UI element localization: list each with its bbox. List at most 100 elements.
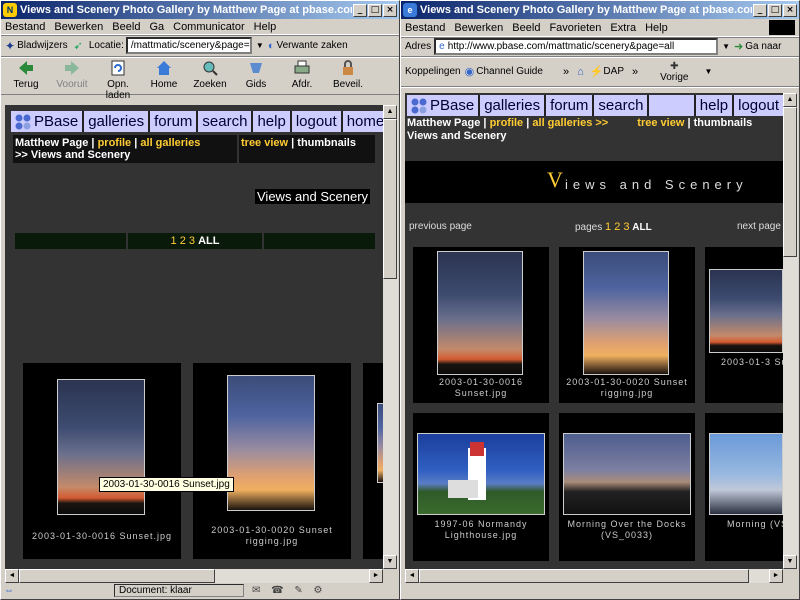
go-button[interactable]: Ga naar bbox=[745, 41, 781, 52]
security-button[interactable]: Beveil. bbox=[325, 59, 371, 94]
pbase-logo[interactable]: PBase bbox=[11, 111, 83, 132]
home-button[interactable]: Home bbox=[141, 59, 187, 94]
tree-view-link[interactable]: tree view bbox=[241, 137, 288, 149]
nav-help[interactable]: help bbox=[253, 111, 290, 132]
nav-forum[interactable]: forum bbox=[546, 95, 593, 116]
scroll-down-button[interactable]: ▼ bbox=[783, 555, 797, 569]
thumbnail-card[interactable]: 2003-01-30-0020 Sunset rigging.jpg bbox=[193, 363, 351, 559]
nav-logout[interactable]: logout bbox=[291, 111, 341, 132]
thumbnail-caption[interactable]: 2003-01-3 Sunse bbox=[707, 357, 783, 368]
related-button[interactable]: Verwante zaken bbox=[276, 40, 347, 51]
chevron-icon[interactable]: » bbox=[632, 66, 638, 78]
back-dropdown-icon[interactable]: ▼ bbox=[704, 67, 712, 76]
menu-extra[interactable]: Extra bbox=[610, 22, 636, 34]
crumb-author[interactable]: Matthew Page bbox=[15, 137, 88, 149]
scroll-right-button[interactable]: ► bbox=[769, 569, 783, 583]
maximize-button[interactable]: □ bbox=[368, 3, 382, 17]
thumbnail-image[interactable] bbox=[227, 375, 315, 511]
nav-forum[interactable]: forum bbox=[150, 111, 197, 132]
next-page-link[interactable]: next page bbox=[737, 221, 781, 232]
thumbnail-card[interactable]: 2003-01-30-0016 Sunset.jpg bbox=[413, 247, 549, 403]
page-all[interactable]: ALL bbox=[198, 235, 219, 247]
thumbnail-card[interactable]: 2003-01-3 Sunse bbox=[705, 247, 783, 403]
right-horizontal-scrollbar[interactable]: ◄ ► bbox=[405, 569, 783, 583]
scroll-thumb[interactable] bbox=[783, 107, 797, 257]
nav-home[interactable]: home bbox=[342, 111, 383, 132]
thumbnail-card[interactable] bbox=[363, 363, 383, 559]
menu-help[interactable]: Help bbox=[645, 22, 668, 34]
nav-galleries[interactable]: galleries bbox=[480, 95, 545, 116]
thumbnail-image[interactable] bbox=[709, 433, 783, 515]
dap-button[interactable]: DAP bbox=[603, 66, 624, 77]
back-button[interactable]: Terug bbox=[3, 59, 49, 94]
thumbnail-card[interactable]: Morning Over the Docks (VS_0033) bbox=[559, 413, 695, 561]
menu-bestand[interactable]: Bestand bbox=[5, 21, 45, 33]
search-button[interactable]: Zoeken bbox=[187, 59, 233, 94]
minimize-button[interactable]: _ bbox=[753, 3, 767, 17]
menu-bewerken[interactable]: Bewerken bbox=[454, 22, 503, 34]
home-icon[interactable]: ⌂ bbox=[577, 66, 584, 78]
thumbnails-link[interactable]: thumbnails bbox=[694, 117, 753, 129]
nav-search[interactable]: search bbox=[594, 95, 648, 116]
guide-button[interactable]: Gids bbox=[233, 59, 279, 94]
address-input[interactable]: e http://www.pbase.com/mattmatic/scenery&… bbox=[434, 38, 719, 55]
left-vertical-scrollbar[interactable]: ▲ ▼ bbox=[383, 105, 398, 569]
page-numbers[interactable]: 1 2 3 bbox=[171, 235, 195, 247]
thumbnails-link[interactable]: thumbnails bbox=[297, 137, 356, 149]
close-button[interactable]: × bbox=[783, 3, 797, 17]
pbase-logo[interactable]: PBase bbox=[407, 95, 479, 116]
thumbnail-card[interactable]: 2003-01-30-0020 Sunset rigging.jpg bbox=[559, 247, 695, 403]
maximize-button[interactable]: □ bbox=[768, 3, 782, 17]
thumbnail-image[interactable] bbox=[583, 251, 669, 375]
bookmarks-button[interactable]: Bladwijzers bbox=[17, 40, 68, 51]
crumb-profile[interactable]: profile bbox=[98, 137, 132, 149]
menu-bestand[interactable]: Bestand bbox=[405, 22, 445, 34]
hscroll-thumb[interactable] bbox=[419, 569, 749, 583]
scroll-thumb[interactable] bbox=[383, 119, 397, 279]
thumbnail-card[interactable]: 2003-01-30-0016 Sunset.jpg bbox=[23, 363, 181, 559]
thumbnail-image[interactable] bbox=[437, 251, 523, 375]
minimize-button[interactable]: _ bbox=[353, 3, 367, 17]
dropdown-arrow-icon[interactable]: ▼ bbox=[256, 41, 264, 50]
crumb-author[interactable]: Matthew Page bbox=[407, 117, 480, 129]
menu-beeld[interactable]: Beeld bbox=[112, 21, 140, 33]
previous-page-link[interactable]: previous page bbox=[409, 221, 472, 232]
thumbnail-caption[interactable]: 2003-01-30-0020 Sunset rigging.jpg bbox=[561, 377, 693, 399]
forward-button[interactable]: Vooruit bbox=[49, 59, 95, 94]
menu-favorieten[interactable]: Favorieten bbox=[549, 22, 601, 34]
crumb-all-galleries[interactable]: all galleries bbox=[140, 137, 200, 149]
menu-beeld[interactable]: Beeld bbox=[512, 22, 540, 34]
nav-logout[interactable]: logout bbox=[734, 95, 783, 116]
scroll-down-button[interactable]: ▼ bbox=[383, 555, 397, 569]
channel-guide-link[interactable]: Channel Guide bbox=[476, 66, 543, 77]
menu-bewerken[interactable]: Bewerken bbox=[54, 21, 103, 33]
right-vertical-scrollbar[interactable]: ▲ ▼ bbox=[783, 93, 798, 569]
thumbnail-image[interactable] bbox=[417, 433, 545, 515]
thumbnail-caption[interactable]: 1997-06 Normandy Lighthouse.jpg bbox=[415, 519, 547, 541]
chevron-icon[interactable]: » bbox=[563, 66, 569, 78]
scroll-up-button[interactable]: ▲ bbox=[383, 105, 397, 119]
thumbnail-image[interactable] bbox=[563, 433, 691, 515]
nav-search[interactable]: search bbox=[198, 111, 252, 132]
thumbnail-caption[interactable]: 2003-01-30-0016 Sunset.jpg bbox=[415, 377, 547, 399]
links-label[interactable]: Koppelingen bbox=[405, 66, 461, 77]
close-button[interactable]: × bbox=[383, 3, 397, 17]
location-input[interactable]: /mattmatic/scenery&page=all bbox=[125, 37, 252, 54]
crumb-profile[interactable]: profile bbox=[490, 117, 524, 129]
thumbnail-image[interactable] bbox=[57, 379, 145, 515]
scroll-left-button[interactable]: ◄ bbox=[405, 569, 419, 583]
crumb-all-galleries[interactable]: all galleries >> bbox=[532, 117, 608, 129]
page-numbers[interactable]: 1 2 3 bbox=[605, 221, 629, 233]
print-button[interactable]: Afdr. bbox=[279, 59, 325, 94]
thumbnail-caption[interactable]: 2003-01-30-0016 Sunset.jpg bbox=[27, 531, 177, 542]
scroll-up-button[interactable]: ▲ bbox=[783, 93, 797, 107]
back-button[interactable]: ✚ Vorige bbox=[660, 61, 688, 83]
nav-help[interactable]: help bbox=[695, 95, 733, 116]
thumbnail-caption[interactable]: Morning Over the Docks (VS_0033) bbox=[561, 519, 693, 541]
thumbnail-card[interactable]: Morning (VS_0 bbox=[705, 413, 783, 561]
thumbnail-caption[interactable]: 2003-01-30-0020 Sunset rigging.jpg bbox=[197, 525, 347, 547]
nav-galleries[interactable]: galleries bbox=[84, 111, 149, 132]
thumbnail-card[interactable]: 1997-06 Normandy Lighthouse.jpg bbox=[413, 413, 549, 561]
tree-view-link[interactable]: tree view bbox=[637, 117, 684, 129]
reload-button[interactable]: Opn. laden bbox=[95, 59, 141, 101]
